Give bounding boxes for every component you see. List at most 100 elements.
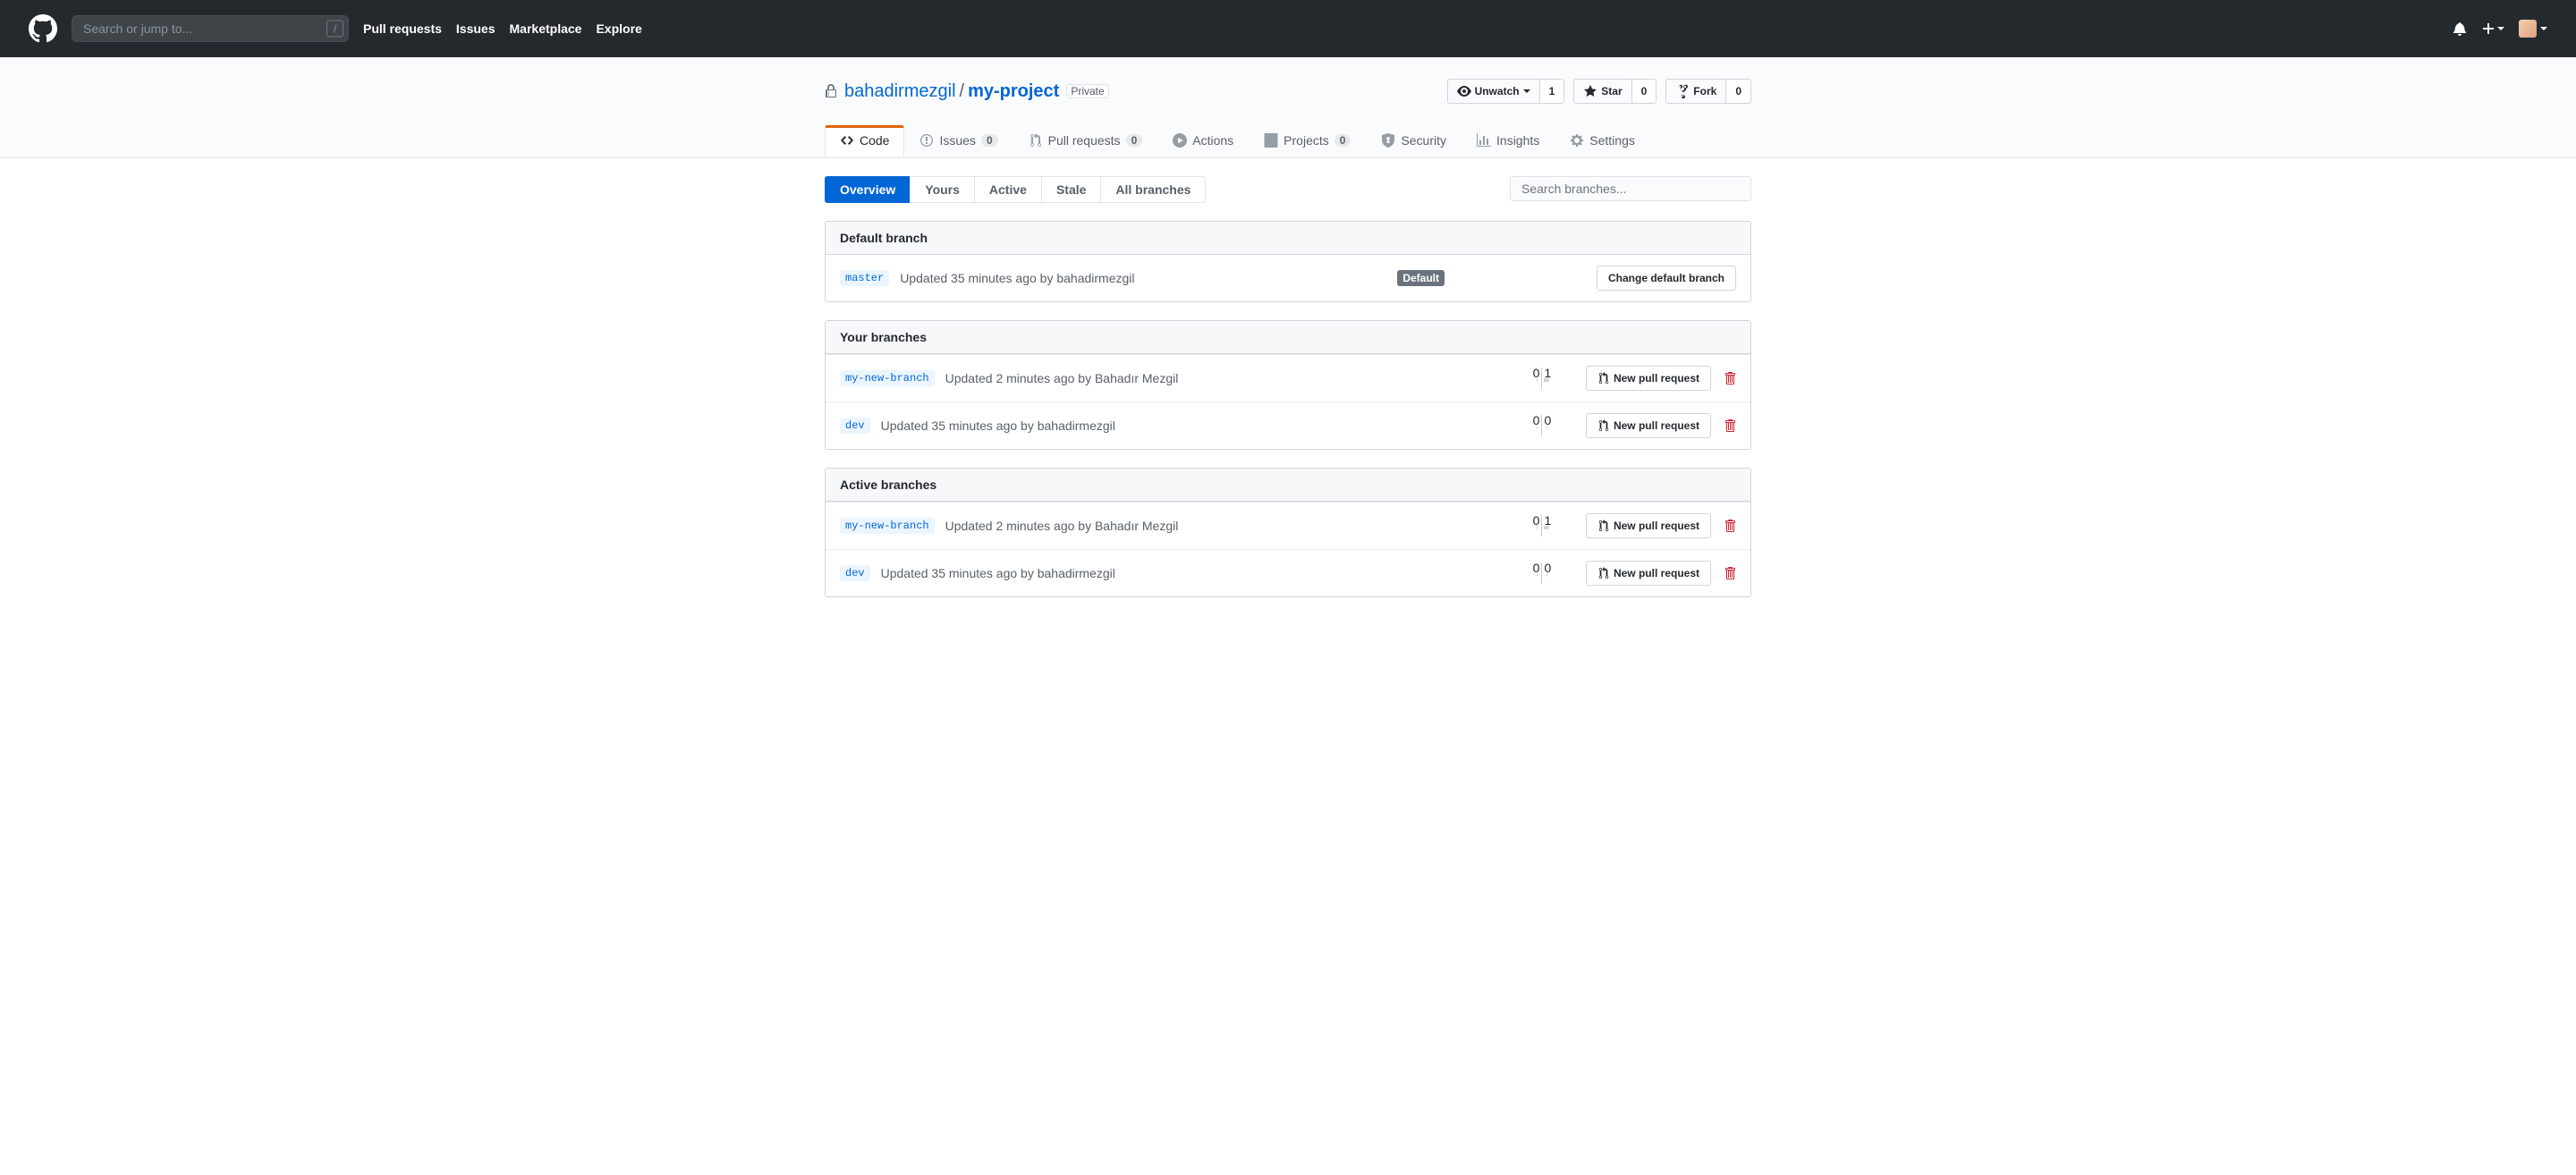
active-branches-header: Active branches [826,469,1750,502]
nav-pull-requests[interactable]: Pull requests [363,21,442,36]
new-pull-request-button[interactable]: New pull request [1586,413,1711,438]
trash-icon[interactable] [1724,566,1736,580]
tab-issues[interactable]: Issues0 [904,125,1013,157]
unwatch-button[interactable]: Unwatch [1447,79,1540,104]
main: Overview Yours Active Stale All branches… [0,158,2576,651]
fork-count[interactable]: 0 [1726,79,1751,104]
ahead-count: 1 [1544,368,1551,378]
branch-name[interactable]: dev [840,565,870,581]
nav-explore[interactable]: Explore [596,21,641,36]
tab-insights-label: Insights [1496,133,1539,148]
pull-request-icon [1597,567,1610,579]
behind-count: 0 [1533,368,1540,378]
your-branches-header: Your branches [826,321,1750,354]
trash-icon[interactable] [1724,418,1736,433]
tab-settings-label: Settings [1589,133,1635,148]
tab-settings[interactable]: Settings [1555,125,1650,157]
fork-button[interactable]: Fork [1665,79,1726,104]
plus-icon [2481,21,2496,36]
issue-icon [919,133,934,148]
nav-issues[interactable]: Issues [456,21,496,36]
subnav: Overview Yours Active Stale All branches [825,176,1751,203]
default-branch-row: master Updated 35 minutes ago by bahadir… [826,255,1750,301]
reponav: Code Issues0 Pull requests0 Actions Proj… [825,125,1751,157]
global-header: / Pull requests Issues Marketplace Explo… [0,0,2576,57]
new-pull-request-button[interactable]: New pull request [1586,366,1711,391]
trash-icon[interactable] [1724,371,1736,385]
tab-pull-requests[interactable]: Pull requests0 [1013,125,1158,157]
watch-count[interactable]: 1 [1540,79,1565,104]
search-slash-hint: / [326,21,343,38]
star-count[interactable]: 0 [1632,79,1657,104]
graph-icon [1477,133,1491,148]
github-logo-icon[interactable] [29,14,57,43]
fork-label: Fork [1693,82,1716,100]
nav-marketplace[interactable]: Marketplace [510,21,582,36]
ahead-behind-indicator: 0 1 [1533,368,1552,389]
search-input[interactable] [72,15,349,42]
code-icon [840,133,854,148]
subnav-all-branches[interactable]: All branches [1100,176,1206,203]
branch-name[interactable]: my-new-branch [840,518,935,534]
pagehead: bahadirmezgil / my-project Private Unwat… [0,57,2576,158]
your-branches-box: Your branches my-new-branch Updated 2 mi… [825,320,1751,450]
tab-issues-label: Issues [939,133,975,148]
behind-count: 0 [1533,562,1540,573]
gear-icon [1570,133,1584,148]
new-pull-request-button[interactable]: New pull request [1586,561,1711,586]
subnav-stale[interactable]: Stale [1041,176,1101,203]
branch-meta: Updated 35 minutes ago by bahadirmezgil [881,566,1115,580]
path-divider: / [960,81,965,102]
branch-name[interactable]: my-new-branch [840,370,935,386]
subnav-active[interactable]: Active [974,176,1042,203]
search-branches-input[interactable] [1510,176,1751,201]
tab-code[interactable]: Code [825,125,904,157]
search-box: / [72,15,349,42]
subnav-overview[interactable]: Overview [825,176,911,203]
repo-title: bahadirmezgil / my-project Private [825,81,1109,102]
branch-row-right: 0 1 New pull request [1511,366,1736,391]
bell-icon[interactable] [2453,21,2467,36]
subnav-yours[interactable]: Yours [910,176,975,203]
ahead-behind-indicator: 0 1 [1533,515,1552,537]
avatar [2519,20,2537,38]
pulls-count: 0 [1126,134,1143,147]
ahead-behind-indicator: 0 0 [1533,562,1552,584]
branch-name-master[interactable]: master [840,270,889,286]
star-button[interactable]: Star [1573,79,1631,104]
trash-icon[interactable] [1724,519,1736,533]
tab-actions[interactable]: Actions [1157,125,1249,157]
tab-security[interactable]: Security [1366,125,1462,157]
play-icon [1173,133,1187,148]
tab-projects[interactable]: Projects 0 [1249,125,1366,157]
ahead-count: 0 [1544,562,1551,573]
new-pull-request-button[interactable]: New pull request [1586,513,1711,538]
ahead-behind-indicator: 0 0 [1533,415,1552,436]
projects-count: 0 [1335,134,1352,147]
change-default-branch-button[interactable]: Change default branch [1597,266,1736,291]
active-branches-box: Active branches my-new-branch Updated 2 … [825,468,1751,597]
create-menu[interactable] [2481,21,2504,36]
default-badge: Default [1397,270,1445,286]
branch-row: dev Updated 35 minutes ago by bahadirmez… [826,402,1750,449]
tab-actions-label: Actions [1192,133,1233,148]
eye-icon [1457,84,1471,98]
branch-meta: Updated 35 minutes ago by bahadirmezgil [881,418,1115,433]
default-branch-box: Default branch master Updated 35 minutes… [825,221,1751,302]
pull-request-icon [1597,419,1610,432]
pull-request-icon [1597,372,1610,385]
branch-meta: Updated 2 minutes ago by Bahadır Mezgil [945,371,1179,385]
branch-name[interactable]: dev [840,418,870,434]
repo-name-link[interactable]: my-project [968,81,1059,102]
caret-down-icon [2497,27,2504,30]
pagehead-actions: Unwatch 1 Star 0 Fork [1447,79,1751,104]
tab-code-label: Code [860,133,889,148]
tab-insights[interactable]: Insights [1462,125,1555,157]
tab-projects-label: Projects [1284,133,1329,148]
repo-owner-link[interactable]: bahadirmezgil [844,81,956,102]
user-menu[interactable] [2519,20,2547,38]
default-branch-header: Default branch [826,222,1750,255]
caret-down-icon [2540,27,2547,30]
tab-security-label: Security [1401,133,1446,148]
lock-icon [825,84,837,98]
